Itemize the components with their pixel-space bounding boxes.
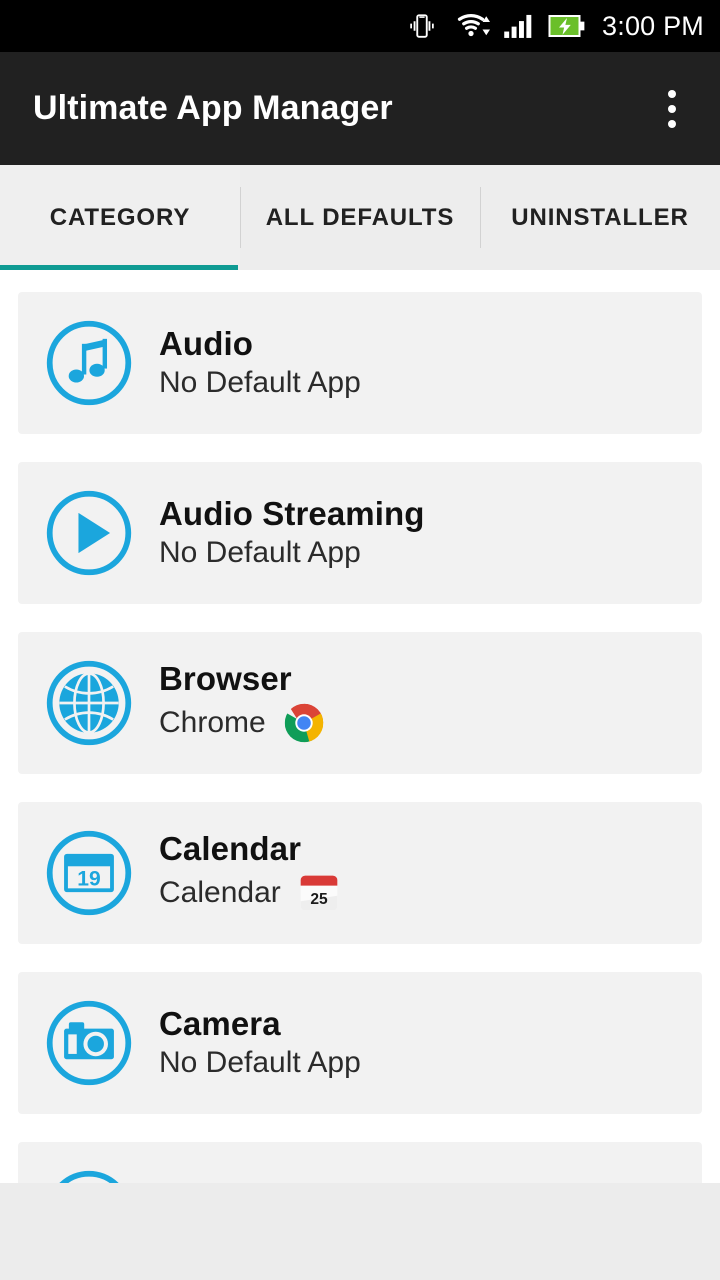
list-item-subtitle-row: Chrome bbox=[159, 701, 326, 745]
list-item-title: Browser bbox=[159, 660, 292, 698]
list-item-subtitle-row: No Default App bbox=[159, 366, 361, 401]
wifi-icon bbox=[457, 14, 491, 37]
tab-label: ALL DEFAULTS bbox=[265, 203, 455, 231]
tab-all-defaults[interactable]: ALL DEFAULTS bbox=[240, 165, 480, 270]
tab-category[interactable]: CATEGORY bbox=[0, 165, 240, 270]
dot bbox=[668, 104, 676, 113]
list-item[interactable]: 19 Calendar Calendar 25 bbox=[18, 802, 702, 944]
overflow-menu-icon[interactable] bbox=[650, 79, 694, 139]
list-item-subtitle: No Default App bbox=[159, 365, 361, 399]
signal-icon bbox=[504, 14, 532, 38]
battery-charging-icon bbox=[548, 15, 585, 37]
tab-label: UNINSTALLER bbox=[511, 203, 689, 231]
app-screen: 3:00 PM Ultimate App Manager CATEGORY AL… bbox=[0, 0, 720, 1280]
list-item-text: Audio Streaming No Default App bbox=[159, 496, 425, 570]
status-bar: 3:00 PM bbox=[0, 0, 720, 52]
tab-bar: CATEGORY ALL DEFAULTS UNINSTALLER bbox=[0, 165, 720, 270]
globe-circle-icon bbox=[43, 657, 135, 749]
bottom-overlay-panel bbox=[0, 1183, 720, 1280]
page-title: Ultimate App Manager bbox=[33, 89, 393, 127]
list-item-title: Camera bbox=[159, 1004, 281, 1042]
list-item[interactable]: Audio Streaming No Default App bbox=[18, 462, 702, 604]
list-item[interactable]: Audio No Default App bbox=[18, 292, 702, 434]
status-icon-group bbox=[407, 11, 586, 41]
list-item-subtitle: No Default App bbox=[159, 535, 361, 569]
list-item-title: Calendar bbox=[159, 830, 302, 868]
calendar-icon-day: 19 bbox=[77, 867, 100, 890]
list-item-title: Audio bbox=[159, 324, 253, 362]
vibrate-icon bbox=[410, 14, 434, 38]
list-item-text: Audio No Default App bbox=[159, 326, 361, 400]
tab-uninstaller[interactable]: UNINSTALLER bbox=[480, 165, 720, 270]
play-circle-icon bbox=[43, 487, 135, 579]
calendar-app-icon: 25 bbox=[300, 875, 338, 911]
status-bar-time: 3:00 PM bbox=[602, 10, 704, 41]
list-item-subtitle: No Default App bbox=[159, 1045, 361, 1079]
list-item-text: Camera No Default App bbox=[159, 1006, 361, 1080]
category-list[interactable]: Audio No Default App Audio Streaming No … bbox=[0, 270, 720, 1280]
camera-circle-icon bbox=[43, 997, 135, 1089]
list-item-subtitle-row: No Default App bbox=[159, 1046, 361, 1081]
dot bbox=[668, 89, 676, 98]
list-item-title: Audio Streaming bbox=[159, 494, 425, 532]
app-bar: Ultimate App Manager bbox=[0, 52, 720, 165]
tab-label: CATEGORY bbox=[49, 203, 191, 231]
music-note-circle-icon bbox=[43, 317, 135, 409]
list-item-subtitle: Calendar bbox=[159, 875, 281, 909]
dot bbox=[668, 119, 676, 128]
list-item-subtitle-row: Calendar 25 bbox=[159, 871, 341, 915]
calendar-circle-icon: 19 bbox=[43, 827, 135, 919]
list-item-text: Browser Chrome bbox=[159, 661, 326, 745]
list-item[interactable]: Camera No Default App bbox=[18, 972, 702, 1114]
chrome-app-icon bbox=[284, 703, 323, 743]
list-item-subtitle: Chrome bbox=[159, 705, 266, 739]
calendar-badge-day: 25 bbox=[310, 891, 328, 908]
list-item-text: Calendar Calendar 25 bbox=[159, 831, 341, 915]
list-item[interactable]: Browser Chrome bbox=[18, 632, 702, 774]
list-item-subtitle-row: No Default App bbox=[159, 536, 425, 571]
